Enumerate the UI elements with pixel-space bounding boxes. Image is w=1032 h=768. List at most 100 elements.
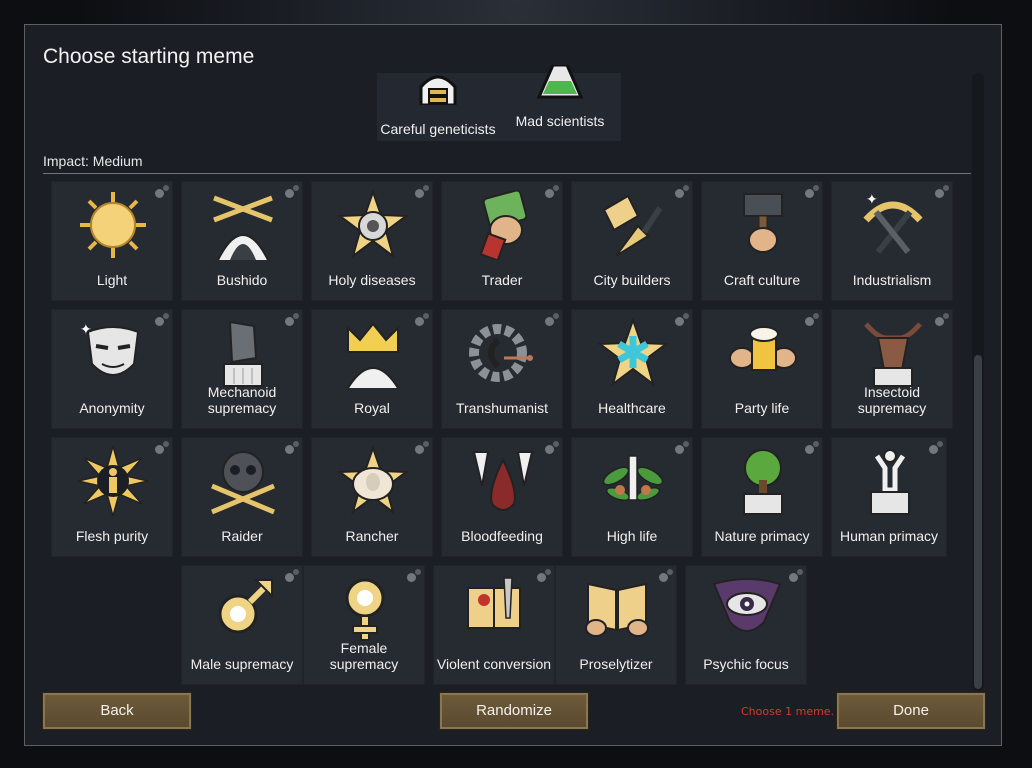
skull-swords-icon (208, 446, 278, 516)
meme-tile-mad-scientists[interactable]: Mad scientists (499, 65, 621, 141)
info-dot-icon (545, 441, 559, 454)
info-dot-icon (285, 441, 299, 454)
meme-label: Violent conversion (436, 656, 552, 672)
meme-tile-high-life[interactable]: High life (571, 437, 693, 557)
meme-label: Craft culture (723, 272, 801, 288)
meme-label: Industrialism (852, 272, 932, 288)
meme-tile-psychic-focus[interactable]: Psychic focus (685, 565, 807, 685)
cyber-gear-icon (468, 318, 538, 388)
meme-label: Male supremacy (190, 656, 294, 672)
meme-label: Anonymity (79, 400, 145, 416)
meme-tile-raider[interactable]: Raider (181, 437, 303, 557)
mask-icon: ✦ (78, 318, 148, 388)
meme-label: Nature primacy (714, 528, 810, 544)
meme-tile-careful-geneticists[interactable]: Careful geneticists (377, 73, 499, 141)
pickaxe-icon: ✦ (858, 190, 928, 260)
meme-tile-human-primacy[interactable]: Human primacy (831, 437, 947, 557)
choose-meme-warning: Choose 1 meme. (741, 705, 835, 718)
meme-tile-insectoid-supremacy[interactable]: Insectoid supremacy (831, 309, 953, 429)
info-dot-icon (675, 441, 689, 454)
insect-pillar-icon (858, 318, 928, 388)
info-dot-icon (935, 313, 949, 326)
meme-tile-craft-culture[interactable]: Craft culture (701, 181, 823, 301)
meme-tile-proselytizer[interactable]: Proselytizer (555, 565, 677, 685)
meme-label: Healthcare (598, 400, 666, 416)
meme-tile-party-life[interactable]: Party life (701, 309, 823, 429)
meme-label: Psychic focus (703, 656, 789, 672)
meme-tile-bloodfeeding[interactable]: Bloodfeeding (441, 437, 563, 557)
meme-tile-mechanoid-supremacy[interactable]: Mechanoid supremacy (181, 309, 303, 429)
meme-tile-anonymity[interactable]: ✦ Anonymity (51, 309, 173, 429)
meme-label: Bushido (216, 272, 268, 288)
crown-icon (338, 318, 408, 389)
meme-tile-nature-primacy[interactable]: Nature primacy (701, 437, 823, 557)
scrollbar-thumb[interactable] (974, 355, 982, 689)
open-book-icon (582, 574, 652, 644)
randomize-button[interactable]: Randomize (439, 692, 589, 730)
info-dot-icon (805, 441, 819, 454)
meme-tile-light[interactable]: Light (51, 181, 173, 301)
meme-label: Party life (734, 400, 790, 416)
meme-tile-healthcare[interactable]: Healthcare (571, 309, 693, 429)
book-knife-icon (460, 574, 530, 644)
beer-mug-icon (728, 318, 798, 388)
meme-label: Mad scientists (515, 113, 605, 129)
leaf-syringe-icon (598, 446, 668, 516)
info-dot-icon (545, 185, 559, 198)
meme-label: Light (96, 272, 128, 288)
dialog-title: Choose starting meme (43, 45, 255, 68)
info-dot-icon (155, 313, 169, 326)
medical-star-icon (597, 316, 669, 388)
meme-label: Rancher (345, 528, 399, 544)
meme-tile-male-supremacy[interactable]: Male supremacy (181, 565, 303, 685)
info-dot-icon (407, 569, 421, 582)
money-hand-icon (468, 189, 538, 262)
back-button[interactable]: Back (42, 692, 192, 730)
meme-tile-trader[interactable]: Trader (441, 181, 563, 301)
human-pillar-icon (855, 446, 925, 516)
info-dot-icon (155, 185, 169, 198)
meme-tile-female-supremacy[interactable]: Female supremacy (303, 565, 425, 685)
done-button[interactable]: Done (836, 692, 986, 730)
impact-heading: Impact: Medium (43, 153, 143, 169)
meme-label: Human primacy (839, 528, 939, 544)
fangs-icon (468, 446, 538, 516)
info-dot-icon (675, 185, 689, 198)
info-dot-icon (415, 441, 429, 454)
meme-tile-flesh-purity[interactable]: Flesh purity (51, 437, 173, 557)
meme-label: Bloodfeeding (461, 528, 543, 544)
info-dot-icon (285, 569, 299, 582)
info-dot-icon (415, 185, 429, 198)
meme-tile-bushido[interactable]: Bushido (181, 181, 303, 301)
info-dot-icon (929, 441, 943, 454)
meme-tile-transhumanist[interactable]: Transhumanist (441, 309, 563, 429)
info-dot-icon (537, 569, 551, 582)
info-dot-icon (805, 185, 819, 198)
meme-tile-industrialism[interactable]: ✦ Industrialism (831, 181, 953, 301)
psychic-eye-icon (712, 574, 782, 644)
tree-pillar-icon (728, 446, 798, 516)
meme-label: Proselytizer (579, 656, 653, 672)
male-symbol-icon (208, 574, 278, 644)
hammer-hand-icon (728, 190, 798, 260)
meme-label: Flesh purity (75, 528, 149, 544)
info-dot-icon (415, 313, 429, 326)
meme-label: Trader (481, 272, 523, 288)
meme-label: Insectoid supremacy (857, 384, 927, 416)
meme-tile-royal[interactable]: Royal (311, 309, 433, 429)
meme-label: Holy diseases (328, 272, 416, 288)
meme-tile-violent-conversion[interactable]: Violent conversion (433, 565, 555, 685)
crossed-swords-icon (208, 190, 278, 261)
info-dot-icon (155, 441, 169, 454)
mech-pillar-icon (208, 318, 278, 388)
info-dot-icon (545, 313, 559, 326)
meme-label: Transhumanist (455, 400, 549, 416)
meme-label: Mechanoid supremacy (207, 384, 277, 416)
meme-tile-holy-diseases[interactable]: Holy diseases (311, 181, 433, 301)
female-symbol-icon (330, 574, 400, 644)
meme-tile-city-builders[interactable]: City builders (571, 181, 693, 301)
helmet-icon (413, 65, 463, 105)
meme-tile-rancher[interactable]: Rancher (311, 437, 433, 557)
flask-icon (535, 65, 585, 105)
info-dot-icon (285, 185, 299, 198)
